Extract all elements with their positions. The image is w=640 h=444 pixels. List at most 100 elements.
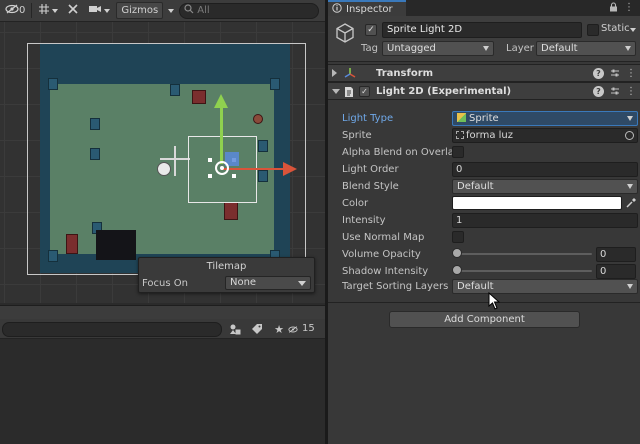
eye-slash-icon xyxy=(5,4,19,17)
volume-opacity-input[interactable]: 0 xyxy=(596,247,636,262)
light-handle[interactable] xyxy=(232,174,236,178)
camera-button[interactable] xyxy=(85,2,113,19)
alpha-blend-row: Alpha Blend on Overlap xyxy=(328,144,640,161)
color-label: Color xyxy=(342,198,369,209)
focus-on-label: Focus On xyxy=(142,278,188,289)
light-type-value: Sprite xyxy=(469,113,499,124)
transform-axes-icon xyxy=(344,67,356,82)
sprite-object-field[interactable]: forma luz xyxy=(452,128,638,143)
player-sprite[interactable] xyxy=(157,162,171,176)
color-swatch[interactable] xyxy=(452,196,622,210)
gameobject-active-checkbox[interactable]: ✓ xyxy=(365,24,377,36)
grid-toggle[interactable] xyxy=(35,2,61,19)
preset-sliders-icon[interactable] xyxy=(610,86,620,99)
shadow-intensity-slider-thumb[interactable] xyxy=(452,265,462,275)
gizmos-button[interactable]: Gizmos xyxy=(116,2,164,19)
kebab-menu-icon[interactable]: ⋮ xyxy=(626,68,636,81)
eye-slash-icon[interactable] xyxy=(288,322,298,336)
light-order-row: Light Order 0 xyxy=(328,161,640,178)
pillar xyxy=(48,78,58,90)
gizmos-dropdown[interactable] xyxy=(166,2,176,19)
alpha-blend-label: Alpha Blend on Overlap xyxy=(342,147,452,158)
blend-style-dropdown[interactable]: Default xyxy=(452,179,638,194)
bottom-toolbar: ★ 15 xyxy=(0,319,325,339)
pillar xyxy=(48,250,58,262)
move-gizmo-x-arrow[interactable] xyxy=(283,162,297,176)
move-gizmo-x-axis[interactable] xyxy=(222,168,286,170)
inspector-tab-bar: Inspector ⋮ xyxy=(328,0,640,16)
pillar xyxy=(170,84,180,96)
volume-opacity-slider-track[interactable] xyxy=(456,253,592,255)
chevron-down-icon xyxy=(483,46,489,51)
kebab-menu-icon[interactable]: ⋮ xyxy=(624,2,634,15)
foldout-collapsed-icon[interactable] xyxy=(332,69,337,77)
transform-title: Transform xyxy=(376,68,434,79)
light-handle[interactable] xyxy=(208,158,212,162)
chevron-down-icon xyxy=(298,281,306,286)
layer-label: Layer xyxy=(506,43,534,54)
lock-icon[interactable] xyxy=(609,2,618,15)
normal-map-checkbox[interactable] xyxy=(452,231,464,243)
label-tag-icon[interactable] xyxy=(250,322,264,336)
light-type-dropdown[interactable]: Sprite xyxy=(452,111,638,126)
light2d-enabled-checkbox[interactable]: ✓ xyxy=(359,86,370,97)
sorting-layers-dropdown[interactable]: Default xyxy=(452,279,638,294)
light-handle[interactable] xyxy=(208,174,212,178)
scene-search-input[interactable]: All xyxy=(179,2,320,19)
alpha-blend-checkbox[interactable] xyxy=(452,146,464,158)
blend-style-row: Blend Style Default xyxy=(328,178,640,195)
top-wall xyxy=(40,44,290,84)
light2d-component-header[interactable]: ✓ Light 2D (Experimental) ? ⋮ xyxy=(328,82,640,100)
shadow-intensity-slider-track[interactable] xyxy=(456,270,592,272)
tab-inspector[interactable]: Inspector xyxy=(328,0,406,16)
pillar xyxy=(270,78,280,90)
eyedropper-icon[interactable] xyxy=(626,197,637,211)
static-checkbox[interactable] xyxy=(587,24,599,36)
bottom-search-input[interactable] xyxy=(2,322,222,337)
pillar xyxy=(258,140,268,152)
layer-value: Default xyxy=(541,43,578,54)
transform-component-header[interactable]: Transform ? ⋮ xyxy=(328,64,640,82)
focus-on-dropdown[interactable]: None xyxy=(225,276,311,290)
sorting-layers-label: Target Sorting Layers xyxy=(342,281,449,292)
move-gizmo-y-arrow[interactable] xyxy=(214,94,228,108)
foldout-expanded-icon[interactable] xyxy=(332,89,340,94)
crate xyxy=(66,234,78,254)
tag-dropdown[interactable]: Untagged xyxy=(382,41,494,56)
chevron-down-icon xyxy=(52,5,59,16)
help-icon[interactable]: ? xyxy=(593,68,604,79)
light-order-input[interactable]: 0 xyxy=(452,162,638,177)
chevron-down-icon[interactable] xyxy=(630,28,636,32)
inspector-tab-label: Inspector xyxy=(346,3,393,15)
sprite-asset-icon xyxy=(456,131,464,139)
light-order-label: Light Order xyxy=(342,164,399,175)
pillar xyxy=(90,118,100,130)
add-component-button[interactable]: Add Component xyxy=(389,311,580,328)
crate xyxy=(192,90,206,104)
volume-opacity-slider-thumb[interactable] xyxy=(452,248,462,258)
mouse-cursor-icon xyxy=(488,291,501,310)
tools-button[interactable] xyxy=(64,2,82,19)
filter-type-icon[interactable] xyxy=(228,322,242,336)
visibility-toggle[interactable]: 0 xyxy=(2,2,28,19)
gameobject-name-field[interactable]: Sprite Light 2D xyxy=(382,22,582,38)
chevron-down-icon xyxy=(627,284,633,289)
normal-map-label: Use Normal Map xyxy=(342,232,425,243)
doorway xyxy=(96,230,136,260)
volume-opacity-row: Volume Opacity 0 xyxy=(328,246,640,263)
kebab-menu-icon[interactable]: ⋮ xyxy=(626,86,636,99)
chevron-down-icon xyxy=(627,184,633,189)
star-icon[interactable]: ★ xyxy=(272,322,286,336)
toolbar-divider xyxy=(31,3,33,18)
intensity-input[interactable]: 1 xyxy=(452,213,638,228)
shadow-intensity-input[interactable]: 0 xyxy=(596,264,636,279)
cube-icon[interactable] xyxy=(334,22,356,44)
layer-dropdown[interactable]: Default xyxy=(536,41,636,56)
search-placeholder: All xyxy=(197,5,210,16)
visible-count: 15 xyxy=(302,323,315,334)
gameobject-header: ✓ Sprite Light 2D Static Tag Untagged La… xyxy=(328,16,640,62)
help-icon[interactable]: ? xyxy=(593,86,604,97)
color-row: Color xyxy=(328,195,640,212)
object-picker-icon[interactable] xyxy=(625,131,634,140)
preset-sliders-icon[interactable] xyxy=(610,68,620,81)
